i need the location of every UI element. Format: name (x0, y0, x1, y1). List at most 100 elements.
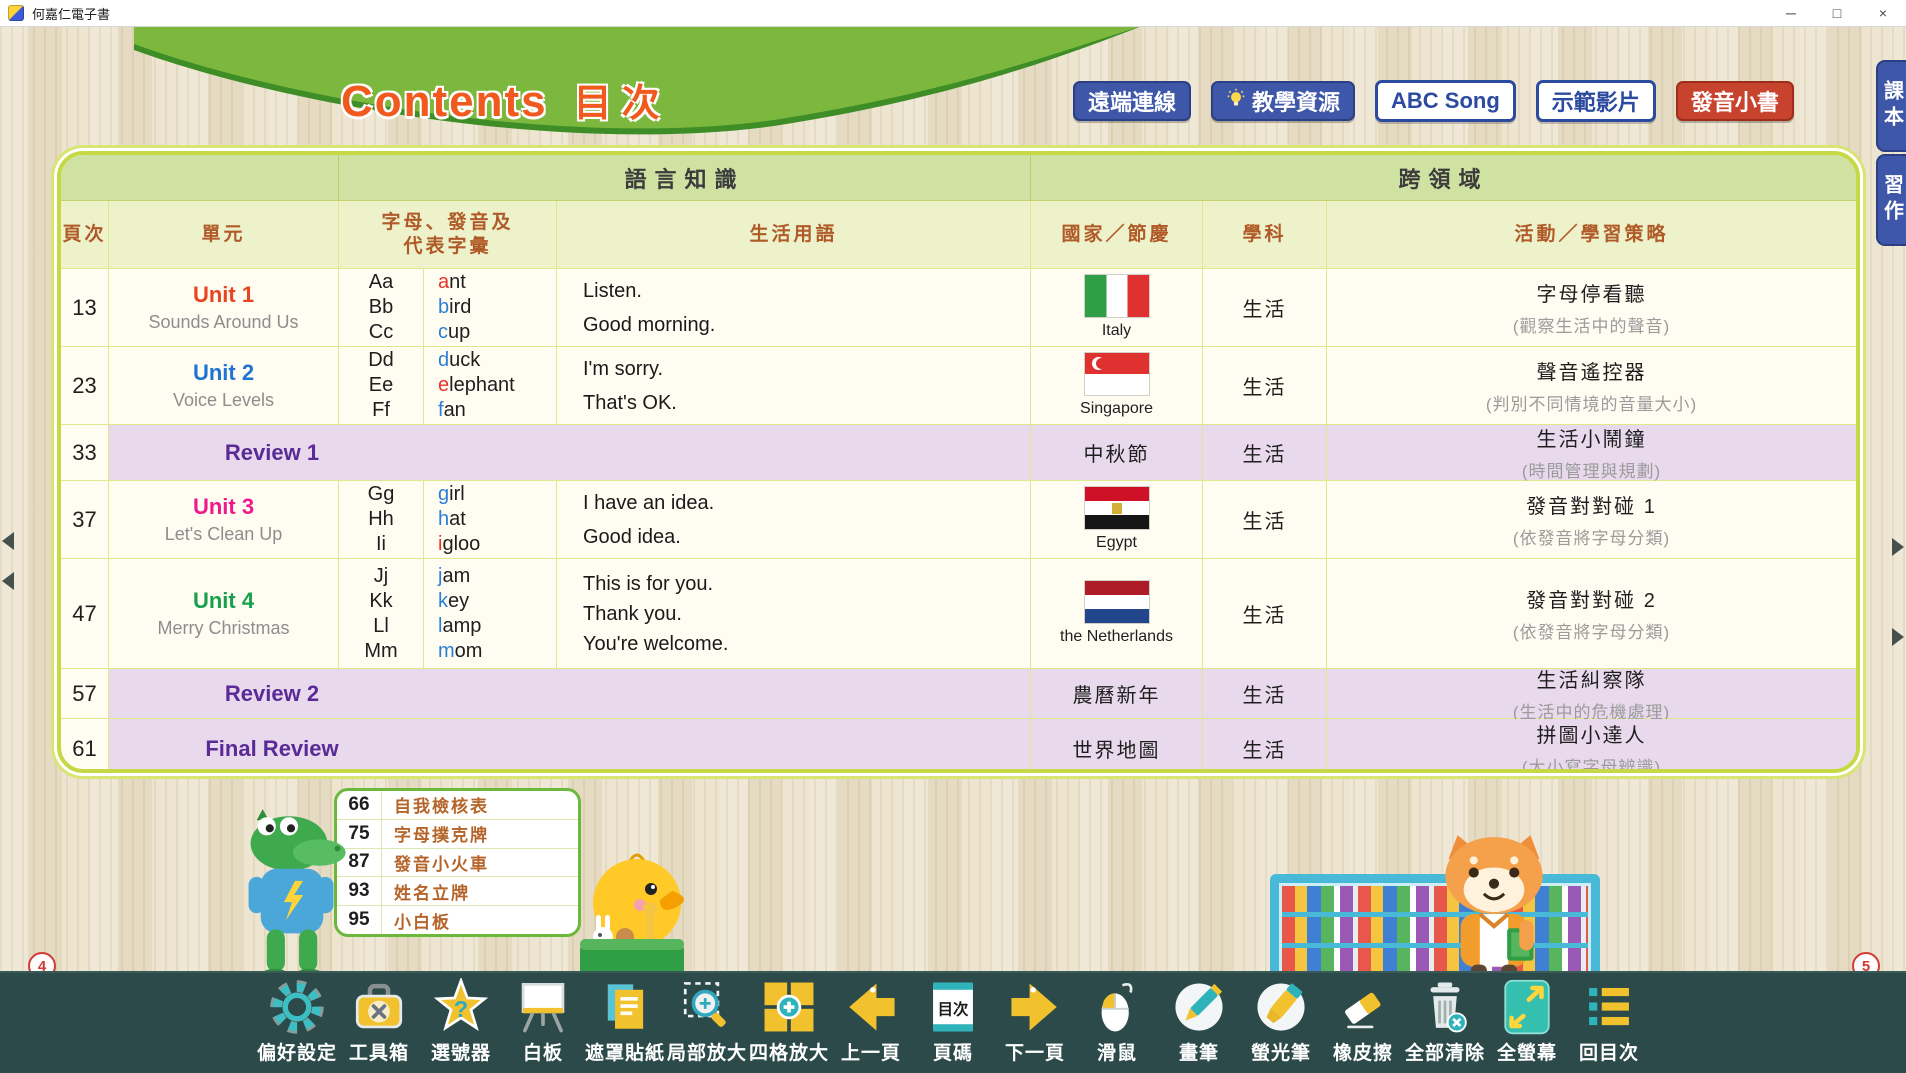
toolbar-item-label: 頁碼 (933, 1038, 973, 1065)
activity-cell: 聲音遙控器(判別不同情境的音量大小) (1327, 347, 1856, 425)
phrases-cell: Listen.Good morning. (557, 269, 1031, 347)
toolbar-item-mask-sticker[interactable]: 遮罩貼紙 (585, 973, 665, 1073)
phrases-cell: I'm sorry.That's OK. (557, 347, 1031, 425)
country-label: the Netherlands (1060, 628, 1173, 646)
toolbar-item-page-number[interactable]: 目次頁碼 (913, 973, 993, 1073)
column-header-page: 頁次 (61, 201, 109, 269)
toolbar-item-next-page[interactable]: 下一頁 (995, 973, 1075, 1073)
top-button-label: ABC Song (1391, 88, 1500, 114)
tab-workbook[interactable]: 習作 (1876, 154, 1906, 246)
activity-title: 字母停看聽 (1537, 278, 1647, 307)
unit-cell: Unit 4Merry Christmas (109, 559, 339, 669)
country-label: Singapore (1080, 400, 1153, 418)
toolbar-item-back-to-contents[interactable]: 回目次 (1569, 973, 1649, 1073)
letters-cell: AaBbCc (339, 269, 424, 347)
phrases-cell: I have an idea.Good idea. (557, 481, 1031, 559)
toolbar-item-highlighter[interactable]: 螢光筆 (1241, 973, 1321, 1073)
activity-cell: 發音對對碰 2(依發音將字母分類) (1327, 559, 1856, 669)
page-indicator-icon: 目次 (924, 978, 982, 1036)
toolbar-item-pen[interactable]: 畫筆 (1159, 973, 1239, 1073)
teaching-resources-button[interactable]: 教學資源 (1211, 81, 1355, 121)
review-title-cell: Review 2 (109, 669, 1031, 719)
toolbar-item-preferences[interactable]: 偏好設定 (257, 973, 337, 1073)
country-cell: Italy (1031, 269, 1203, 347)
activity-note: (判別不同情境的音量大小) (1486, 390, 1697, 415)
activity-note: (依發音將字母分類) (1513, 524, 1670, 549)
country-cell: the Netherlands (1031, 559, 1203, 669)
title-bar: 何嘉仁電子書 ─ □ × (0, 0, 1906, 27)
toolbar-item-label: 工具箱 (349, 1038, 409, 1065)
appendix-label: 發音小火車 (382, 850, 489, 875)
unit-title: Unit 2 (193, 360, 254, 386)
column-header-expressions: 生活用語 (557, 201, 1031, 269)
toolbar-item-label: 全部清除 (1405, 1038, 1485, 1065)
subject-cell: 生活 (1203, 425, 1327, 481)
demo-video-button[interactable]: 示範影片 (1536, 80, 1656, 122)
toolbar-item-mouse[interactable]: 滑鼠 (1077, 973, 1157, 1073)
activity-title: 拼圖小達人 (1537, 719, 1647, 748)
pen-icon (1170, 978, 1228, 1036)
tab-textbook[interactable]: 課本 (1876, 60, 1906, 152)
appendix-list: 66自我檢核表75字母撲克牌87發音小火車93姓名立牌95小白板 (334, 788, 581, 937)
remote-connect-button[interactable]: 遠端連線 (1073, 81, 1191, 121)
maximize-button[interactable]: □ (1814, 0, 1860, 26)
star-question-icon: ? (432, 978, 490, 1036)
review-title: Review 1 (157, 440, 387, 466)
toolbar-item-label: 四格放大 (749, 1038, 829, 1065)
toolbar-item-zoom-quad[interactable]: 四格放大 (749, 973, 829, 1073)
toolbar-item-fullscreen[interactable]: 全螢幕 (1487, 973, 1567, 1073)
svg-text:目次: 目次 (938, 999, 969, 1018)
toolbar-item-number-picker[interactable]: ?選號器 (421, 973, 501, 1073)
page-title-chinese: 目次 (574, 72, 670, 127)
activity-note: (時間管理與規劃) (1522, 457, 1661, 482)
unit-title: Unit 4 (193, 588, 254, 614)
activity-cell: 生活小鬧鐘 (時間管理與規劃) (1327, 425, 1856, 481)
column-header-letters-line1: 字母、發音及 (381, 211, 513, 235)
bottom-toolbar: 偏好設定工具箱?選號器白板遮罩貼紙局部放大四格放大上一頁目次頁碼下一頁滑鼠畫筆螢… (0, 971, 1906, 1073)
words-cell: antbirdcup (424, 269, 557, 347)
duck-mascot (552, 841, 702, 991)
column-header-subject: 學科 (1203, 201, 1327, 269)
toolbar-item-eraser[interactable]: 橡皮擦 (1323, 973, 1403, 1073)
activity-cell: 發音對對碰 1(依發音將字母分類) (1327, 481, 1856, 559)
activity-title: 生活小鬧鐘 (1537, 423, 1647, 452)
page-cell: 61 (61, 719, 109, 773)
toolbar-item-prev-page[interactable]: 上一頁 (831, 973, 911, 1073)
toolbar-item-clear-all[interactable]: 全部清除 (1405, 973, 1485, 1073)
egypt-flag-icon (1085, 487, 1149, 529)
toolbar-item-label: 橡皮擦 (1333, 1038, 1393, 1065)
group-header-empty (61, 155, 339, 201)
review-title-cell: Final Review (109, 719, 1031, 773)
unit-title: Unit 3 (193, 494, 254, 520)
minimize-button[interactable]: ─ (1768, 0, 1814, 26)
page-forward-arrow[interactable] (1892, 538, 1904, 556)
page-forward-arrow[interactable] (1892, 628, 1904, 646)
page-title-english: Contents (341, 77, 548, 127)
subject-cell: 生活 (1203, 481, 1327, 559)
column-header-letters-line2: 代表字彙 (403, 235, 491, 259)
appendix-row: 87發音小火車 (337, 849, 578, 878)
page-back-arrow[interactable] (2, 532, 14, 550)
list-icon (1580, 978, 1638, 1036)
abc-song-button[interactable]: ABC Song (1375, 80, 1516, 122)
subject-cell: 生活 (1203, 559, 1327, 669)
festival-cell: 中秋節 (1031, 425, 1203, 481)
toolbar-item-zoom-area[interactable]: 局部放大 (667, 973, 747, 1073)
zoom-quad-icon (760, 978, 818, 1036)
toolbox-icon (350, 978, 408, 1036)
phonics-book-button[interactable]: 發音小書 (1676, 81, 1794, 121)
whiteboard-icon (514, 978, 572, 1036)
close-button[interactable]: × (1860, 0, 1906, 26)
appendix-row: 66自我檢核表 (337, 791, 578, 820)
page-title: Contents 目次 (341, 72, 670, 127)
zoom-area-icon (678, 978, 736, 1036)
singapore-flag-icon (1085, 353, 1149, 395)
svg-text:?: ? (454, 996, 468, 1022)
top-button-label: 遠端連線 (1088, 85, 1176, 117)
page-cell: 23 (61, 347, 109, 425)
toolbar-item-toolbox[interactable]: 工具箱 (339, 973, 419, 1073)
activity-note: (觀察生活中的聲音) (1513, 312, 1670, 337)
page-back-arrow[interactable] (2, 572, 14, 590)
toolbar-item-whiteboard[interactable]: 白板 (503, 973, 583, 1073)
shiba-mascot (1418, 829, 1570, 991)
